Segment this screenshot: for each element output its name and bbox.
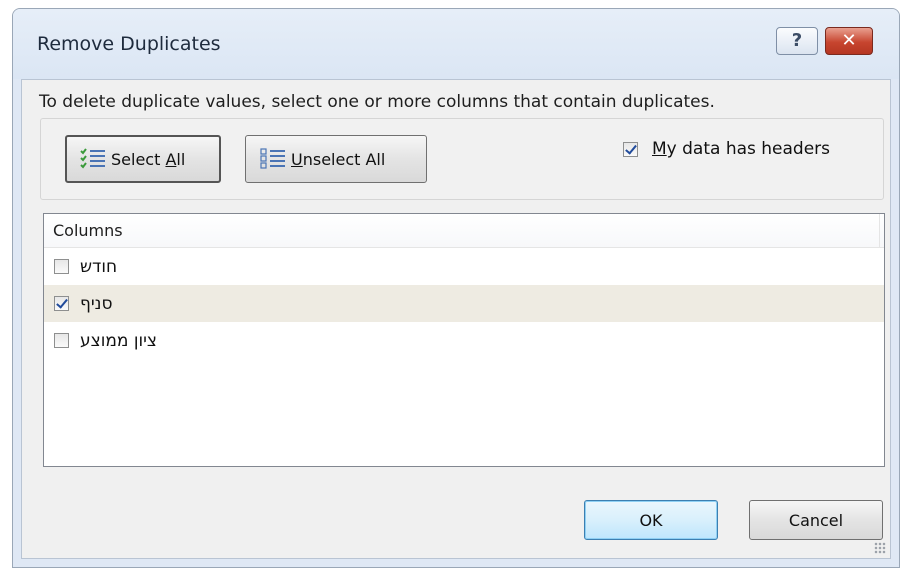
instruction-text: To delete duplicate values, select one o… <box>39 92 715 112</box>
cancel-button[interactable]: Cancel <box>749 500 883 540</box>
title-bar[interactable]: Remove Duplicates ? ✕ <box>13 9 899 79</box>
close-icon: ✕ <box>841 30 857 51</box>
unselect-all-button[interactable]: Unselect All <box>245 135 427 183</box>
select-all-label: Select All <box>111 149 186 169</box>
select-all-button[interactable]: Select All <box>65 135 221 183</box>
columns-header[interactable]: Columns <box>44 214 884 248</box>
ok-button[interactable]: OK <box>584 500 718 540</box>
list-item[interactable]: סניף <box>44 285 884 322</box>
checklist-select-icon <box>80 148 105 169</box>
close-button[interactable]: ✕ <box>825 27 873 55</box>
my-data-has-headers-option[interactable]: My data has headers <box>623 139 830 159</box>
headers-checkbox[interactable] <box>623 141 638 157</box>
dialog-title: Remove Duplicates <box>37 33 221 55</box>
column-checkbox[interactable] <box>54 296 69 311</box>
remove-duplicates-dialog: Remove Duplicates ? ✕ To delete duplicat… <box>12 8 900 568</box>
list-item[interactable]: ציון ממוצע <box>44 322 884 359</box>
headers-label: My data has headers <box>652 139 831 159</box>
column-checkbox[interactable] <box>54 333 69 348</box>
unselect-all-label: Unselect All <box>291 149 386 169</box>
columns-list[interactable]: Columns חודש סניף ציון ממוצע <box>43 213 885 467</box>
columns-header-label: Columns <box>53 221 123 240</box>
resize-grip[interactable] <box>874 542 886 554</box>
help-button[interactable]: ? <box>776 27 818 55</box>
column-label: חודש <box>80 256 118 277</box>
options-group: Select All Unselect All My data has head… <box>40 118 884 200</box>
column-divider <box>879 214 884 247</box>
column-label: סניף <box>80 293 113 314</box>
column-checkbox[interactable] <box>54 259 69 274</box>
dialog-body: To delete duplicate values, select one o… <box>21 79 891 559</box>
list-item[interactable]: חודש <box>44 248 884 285</box>
checklist-unselect-icon <box>260 148 285 169</box>
column-label: ציון ממוצע <box>80 330 158 351</box>
